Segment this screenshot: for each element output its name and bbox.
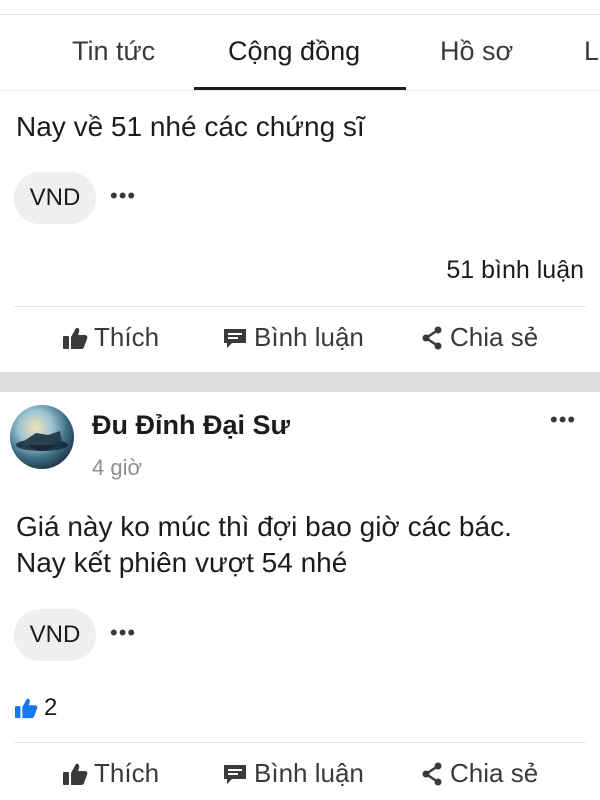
tab-bar: ı Tin tức Cộng đồng Hồ sơ L xyxy=(0,20,600,91)
post-1-stock-tag[interactable]: VND xyxy=(14,172,96,224)
thumbs-up-icon xyxy=(63,327,88,349)
active-tab-indicator xyxy=(194,87,406,90)
share-icon xyxy=(422,762,442,785)
post-2-text-line-1: Giá này ko múc thì đợi bao giờ các bác. xyxy=(16,511,512,542)
top-divider xyxy=(0,14,600,15)
post-2-timestamp: 4 giờ xyxy=(92,455,142,480)
post-1-comment-button[interactable]: Bình luận xyxy=(222,322,364,353)
comment-icon xyxy=(224,764,246,784)
post-2-like-label: Thích xyxy=(94,758,160,788)
tab-cong-dong[interactable]: Cộng đồng xyxy=(228,36,360,67)
post-1-comment-label: Bình luận xyxy=(254,322,364,352)
post-1-like-button[interactable]: Thích xyxy=(62,322,159,353)
post-2-like-count[interactable]: 2 xyxy=(14,694,57,722)
post-separator xyxy=(0,372,600,392)
post-2-stock-tag[interactable]: VND xyxy=(14,609,96,661)
post-1-share-button[interactable]: Chia sẻ xyxy=(420,322,538,353)
post-2-share-label: Chia sẻ xyxy=(450,758,539,788)
tab-partial-right[interactable]: L xyxy=(584,36,599,67)
post-2-like-count-value: 2 xyxy=(44,694,58,721)
post-2-comment-button[interactable]: Bình luận xyxy=(222,758,364,789)
post-2-comment-label: Bình luận xyxy=(254,758,364,788)
thumbs-up-filled-icon xyxy=(15,698,38,719)
post-2-more-options-button[interactable]: ••• xyxy=(550,409,576,431)
post-1-share-label: Chia sẻ xyxy=(450,322,539,352)
post-1-text: Nay về 51 nhé các chứng sĩ xyxy=(16,111,365,142)
avatar-image-icon xyxy=(16,431,68,451)
tab-ho-so[interactable]: Hồ sơ xyxy=(440,36,513,67)
post-1-actions-divider xyxy=(14,306,586,307)
post-2-tag-more-button[interactable]: ••• xyxy=(110,622,136,644)
post-1-comments-count[interactable]: 51 bình luận xyxy=(446,256,584,285)
share-icon xyxy=(422,326,442,349)
post-1-like-label: Thích xyxy=(94,322,160,352)
tab-tin-tuc[interactable]: Tin tức xyxy=(72,36,155,67)
author-avatar[interactable] xyxy=(10,405,74,469)
thumbs-up-icon xyxy=(63,763,88,785)
post-1-tag-more-button[interactable]: ••• xyxy=(110,185,136,207)
post-2-text-line-2: Nay kết phiên vượt 54 nhé xyxy=(16,547,348,578)
post-2-like-button[interactable]: Thích xyxy=(62,758,159,789)
post-2-share-button[interactable]: Chia sẻ xyxy=(420,758,538,789)
post-2-actions-divider xyxy=(14,742,586,743)
comment-icon xyxy=(224,328,246,348)
post-2-author-name[interactable]: Đu Đỉnh Đại Sư xyxy=(92,410,290,441)
